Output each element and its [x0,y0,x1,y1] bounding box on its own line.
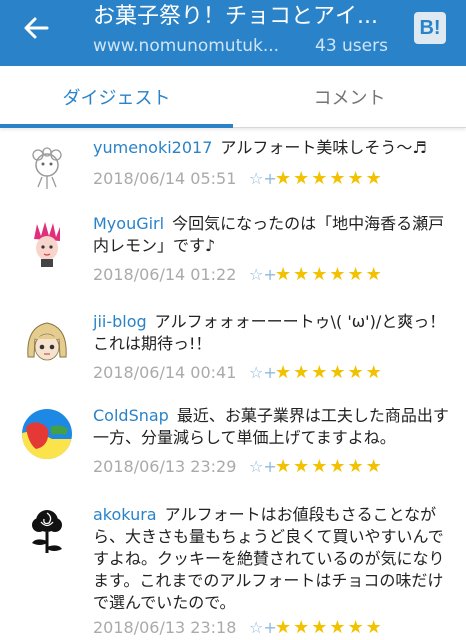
star-rating: ★★★★★★ [275,167,384,189]
comment-item: akokura アルフォートはお値段もさることながら、大きさも量もちょうど良くて買… [0,497,466,640]
comment-date: 2018/06/14 00:41 [93,362,237,382]
star-rating: ★★★★★★ [275,616,384,638]
avatar[interactable] [22,317,72,367]
comment-date: 2018/06/13 23:29 [93,456,237,476]
tab-bar: ダイジェスト コメント [0,66,466,128]
page-url[interactable]: www.nomunomutuk... [93,34,293,58]
add-star-icon[interactable]: ☆+ [249,169,277,188]
avatar[interactable] [22,505,72,555]
back-arrow-icon[interactable] [20,12,52,44]
add-star-icon[interactable]: ☆+ [249,265,277,284]
star-rating: ★★★★★★ [275,263,384,285]
comment-username[interactable]: jii-blog [93,312,147,331]
star-rating: ★★★★★★ [275,455,384,477]
page-title: お菓子祭り！チョコとアイ... [93,4,378,29]
active-tab-indicator [0,124,233,128]
avatar[interactable] [22,143,72,193]
add-star-icon[interactable]: ☆+ [249,457,277,476]
add-star-icon[interactable]: ☆+ [249,618,277,637]
comment-username[interactable]: yumenoki2017 [93,138,212,157]
comment-username[interactable]: akokura [93,505,157,524]
avatar[interactable] [22,219,72,269]
comment-text: アルフォート美味しそう〜♬ [220,138,427,157]
app-bar: お菓子祭り！チョコとアイ... www.nomunomutuk... 43 us… [0,0,466,66]
comment-item: ColdSnap 最近、お菓子業界は工夫した商品出す一方、分量減らして単価上げてま… [0,399,466,491]
comment-item: jii-blog アルフォォォーーートゥ\( 'ω')/と爽っ！これは期待っ!！ … [0,303,466,399]
hatena-bookmark-icon[interactable]: B! [414,12,446,44]
comment-item: MyouGirl 今回気になったのは「地中海香る瀬戸内レモン」です♪ 2018/0… [0,207,466,303]
tab-digest[interactable]: ダイジェスト [0,66,233,128]
star-rating: ★★★★★★ [275,361,384,383]
add-star-icon[interactable]: ☆+ [249,363,277,382]
comment-date: 2018/06/14 05:51 [93,168,237,188]
tab-comments[interactable]: コメント [233,66,466,128]
comment-username[interactable]: ColdSnap [93,406,169,425]
comment-username[interactable]: MyouGirl [93,214,164,233]
users-count[interactable]: 43 users [315,34,388,58]
comment-item: yumenoki2017 アルフォート美味しそう〜♬ 2018/06/14 05:… [0,129,466,201]
comment-date: 2018/06/14 01:22 [93,264,237,284]
avatar[interactable] [22,409,72,459]
comment-date: 2018/06/13 23:18 [93,617,237,637]
